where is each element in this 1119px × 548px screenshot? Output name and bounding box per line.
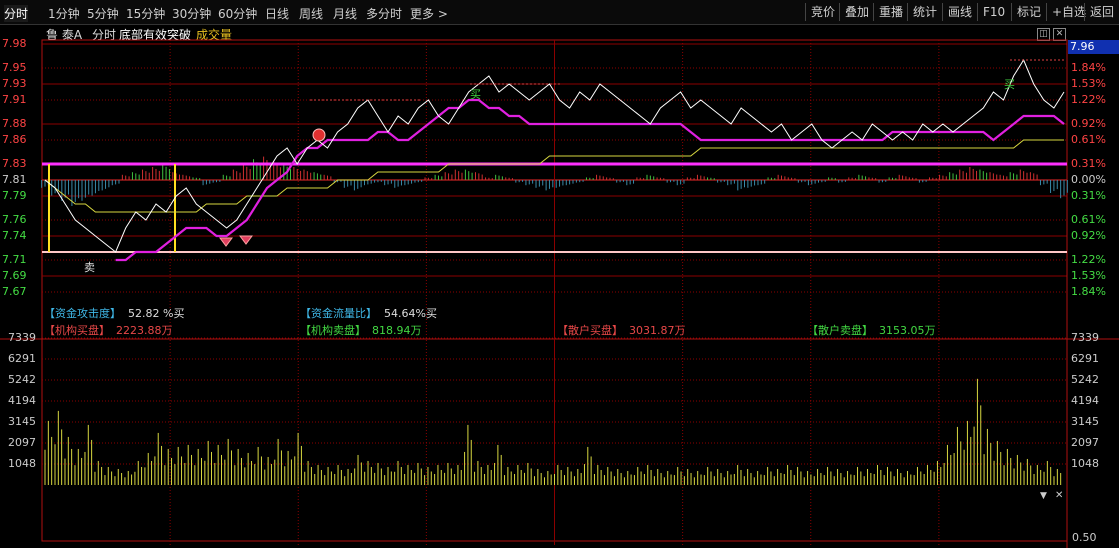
- vol-tick: 6291: [1071, 351, 1099, 365]
- vol-tick: 7339: [8, 331, 36, 344]
- flow-ratio-label: 【资金流量比】: [300, 307, 377, 320]
- pct-tick: 0.00%: [1071, 173, 1106, 186]
- retail-buy-label: 【散户买盘】: [557, 324, 623, 337]
- diamond-icon: [239, 235, 253, 245]
- vol-tick: 6291: [8, 351, 36, 365]
- price-tick: 7.95: [2, 61, 27, 74]
- price-tick: 7.91: [2, 93, 27, 106]
- pct-tick: 0.61%: [1071, 213, 1106, 226]
- pct-tick: 1.84%: [1071, 285, 1106, 298]
- pct-tick: 0.31%: [1071, 157, 1106, 170]
- pct-tick: 1.22%: [1071, 93, 1106, 106]
- price-tick: 7.67: [2, 285, 27, 298]
- intraday-chart[interactable]: [0, 0, 1119, 548]
- pct-tick: 0.31%: [1071, 189, 1106, 202]
- chevron-down-icon[interactable]: ▼: [1040, 491, 1047, 501]
- retail-sell-label: 【散户卖盘】: [807, 324, 873, 337]
- buy-signal-marker: 买: [470, 88, 481, 101]
- pct-tick: 0.92%: [1071, 229, 1106, 242]
- vol-tick: 7339: [1071, 331, 1099, 344]
- vol-tick: 3145: [1071, 415, 1099, 428]
- price-tick: 7.79: [2, 189, 27, 202]
- attack-label: 【资金攻击度】: [44, 307, 121, 320]
- inst-sell-label: 【机构卖盘】: [300, 324, 366, 337]
- price-tick: 7.71: [2, 253, 27, 266]
- attack-value: 52.82 %买: [128, 307, 185, 320]
- retail-buy-value: 3031.87万: [629, 324, 686, 337]
- pct-tick: 1.53%: [1071, 269, 1106, 282]
- vol-tick: 1048: [1071, 457, 1099, 470]
- price-tick: 7.86: [2, 133, 27, 146]
- inst-sell-value: 818.94万: [372, 324, 422, 337]
- vol-tick: 1048: [8, 457, 36, 470]
- retail-sell-value: 3153.05万: [879, 324, 936, 337]
- price-tick: 7.98: [2, 37, 27, 50]
- vol-tick: 3145: [8, 415, 36, 428]
- price-tick: 7.83: [2, 157, 27, 170]
- vol-tick: 2097: [8, 435, 36, 449]
- vol-tick: 2097: [1071, 435, 1099, 449]
- price-tick: 7.76: [2, 213, 27, 226]
- price-tick: 7.74: [2, 229, 27, 242]
- inst-buy-value: 2223.88万: [116, 324, 173, 337]
- diamond-icon: [219, 237, 233, 247]
- vol-tick: 5242: [1071, 373, 1099, 386]
- vol-tick: 4194: [1071, 393, 1099, 407]
- sell-signal-marker: 卖: [84, 261, 95, 274]
- price-tick: 7.88: [2, 117, 27, 130]
- inst-buy-label: 【机构买盘】: [44, 324, 110, 337]
- price-tick: 7.81: [2, 173, 27, 186]
- pct-tick: 1.53%: [1071, 77, 1106, 90]
- vol-tick: 4194: [8, 393, 36, 407]
- current-price-tag: 7.96: [1068, 40, 1119, 54]
- ball-icon: [312, 128, 326, 142]
- vol-tick: 5242: [8, 373, 36, 386]
- price-tick: 7.93: [2, 77, 27, 90]
- bottom-axis-label: 0.50: [1072, 531, 1097, 544]
- pct-tick: 1.22%: [1071, 253, 1106, 266]
- pct-tick: 0.61%: [1071, 133, 1106, 146]
- pct-tick: 1.84%: [1071, 61, 1106, 74]
- close-icon[interactable]: ✕: [1055, 490, 1063, 501]
- flow-ratio-value: 54.64%买: [384, 307, 437, 320]
- pct-tick: 0.92%: [1071, 117, 1106, 130]
- volume-bars: [44, 378, 1062, 485]
- price-tick: 7.69: [2, 269, 27, 282]
- buy-signal-marker-2: 买: [1004, 78, 1015, 91]
